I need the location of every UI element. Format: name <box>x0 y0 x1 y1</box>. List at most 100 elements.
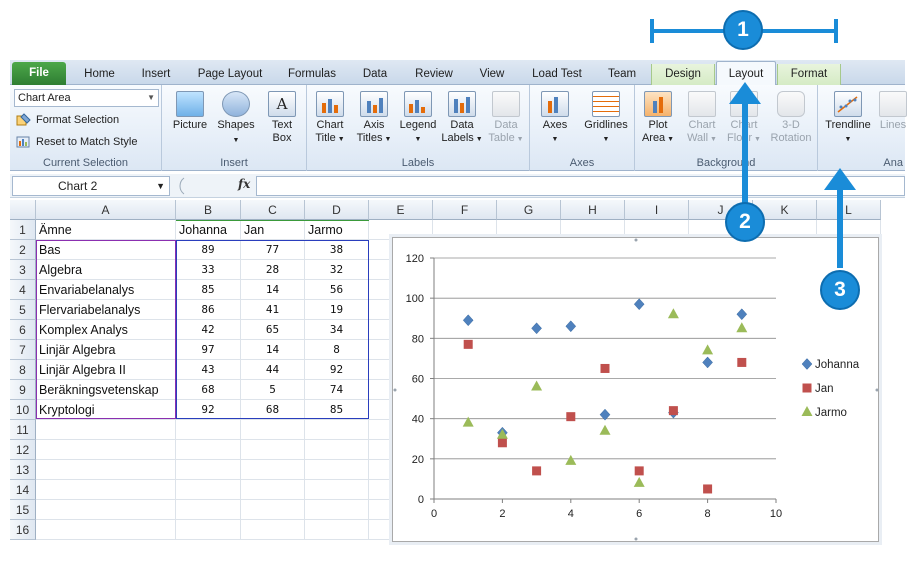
cell-b16[interactable] <box>176 520 241 540</box>
row-header-6[interactable]: 6 <box>10 320 36 340</box>
cell-d15[interactable] <box>305 500 369 520</box>
tab-team[interactable]: Team <box>600 64 644 85</box>
axis-titles-button[interactable]: Axis Titles ▼ <box>353 91 395 146</box>
select-all-corner[interactable] <box>10 200 36 220</box>
row-header-13[interactable]: 13 <box>10 460 36 480</box>
axes-button[interactable]: Axes ▼ <box>534 91 576 146</box>
tab-page-layout[interactable]: Page Layout <box>190 64 270 85</box>
column-header-g[interactable]: G <box>497 200 561 220</box>
data-point-jarmo <box>462 416 474 427</box>
column-header-b[interactable]: B <box>176 200 241 220</box>
analysis-group-label: Ana <box>883 157 903 169</box>
tab-review[interactable]: Review <box>406 64 462 85</box>
cell-b11[interactable] <box>176 420 241 440</box>
3d-rotation-button[interactable]: 3-D Rotation <box>767 91 815 145</box>
cell-b14[interactable] <box>176 480 241 500</box>
cell-c11[interactable] <box>241 420 305 440</box>
reset-to-match-style-button[interactable]: Reset to Match Style <box>16 133 138 151</box>
cell-c16[interactable] <box>241 520 305 540</box>
row-header-2[interactable]: 2 <box>10 240 36 260</box>
cell-a1[interactable]: Ämne <box>36 220 176 240</box>
data-labels-button[interactable]: Data Labels ▼ <box>441 91 483 146</box>
column-header-d[interactable]: D <box>305 200 369 220</box>
row-header-4[interactable]: 4 <box>10 280 36 300</box>
tab-file[interactable]: File <box>12 62 66 85</box>
data-point-jan <box>497 438 507 448</box>
shapes-button[interactable]: Shapes ▼ <box>214 91 258 147</box>
row-header-8[interactable]: 8 <box>10 360 36 380</box>
column-header-h[interactable]: H <box>561 200 625 220</box>
picture-button[interactable]: Picture <box>168 91 212 132</box>
cell-b1[interactable]: Johanna <box>176 220 241 240</box>
cell-a12[interactable] <box>36 440 176 460</box>
cell-a16[interactable] <box>36 520 176 540</box>
trendline-button[interactable]: Trendline ▼ <box>822 91 874 146</box>
chart-floor-button[interactable]: Chart Floor ▼ <box>723 91 765 146</box>
cell-b12[interactable] <box>176 440 241 460</box>
plot-area-button[interactable]: Plot Area ▼ <box>637 91 679 146</box>
column-header-l[interactable]: L <box>817 200 881 220</box>
row-header-10[interactable]: 10 <box>10 400 36 420</box>
data-table-button[interactable]: Data Table ▼ <box>485 91 527 146</box>
cell-a15[interactable] <box>36 500 176 520</box>
tab-view[interactable]: View <box>470 64 514 85</box>
legend-label-jarmo: Jarmo <box>815 407 847 419</box>
row-header-12[interactable]: 12 <box>10 440 36 460</box>
chart-wall-button[interactable]: Chart Wall ▼ <box>681 91 723 146</box>
legend-button[interactable]: Legend ▼ <box>397 91 439 146</box>
row-header-11[interactable]: 11 <box>10 420 36 440</box>
cell-c14[interactable] <box>241 480 305 500</box>
cell-c13[interactable] <box>241 460 305 480</box>
chart-elements-dropdown[interactable]: Chart Area ▼ <box>14 89 159 107</box>
lines-button[interactable]: Lines <box>878 91 908 132</box>
cell-d14[interactable] <box>305 480 369 500</box>
cell-d1[interactable]: Jarmo <box>305 220 369 240</box>
row-header-16[interactable]: 16 <box>10 520 36 540</box>
background-group: Plot Area ▼ Chart Wall ▼ Chart Floor ▼ 3… <box>635 85 818 171</box>
cell-a11[interactable] <box>36 420 176 440</box>
row-header-1[interactable]: 1 <box>10 220 36 240</box>
tab-home[interactable]: Home <box>72 64 127 85</box>
cell-a14[interactable] <box>36 480 176 500</box>
column-header-c[interactable]: C <box>241 200 305 220</box>
cell-c15[interactable] <box>241 500 305 520</box>
insert-function-icon[interactable]: fx <box>238 177 250 191</box>
row-header-3[interactable]: 3 <box>10 260 36 280</box>
row-header-14[interactable]: 14 <box>10 480 36 500</box>
cell-d13[interactable] <box>305 460 369 480</box>
tab-data[interactable]: Data <box>352 64 398 85</box>
tab-formulas[interactable]: Formulas <box>278 64 346 85</box>
plot-area-label-1: Plot <box>648 119 668 131</box>
scatter-chart[interactable]: 0 20 40 60 80 100 120 0 2 4 6 8 10 Johanna Jan Jarmo <box>392 237 879 542</box>
tab-load-test[interactable]: Load Test <box>520 64 594 85</box>
cell-d11[interactable] <box>305 420 369 440</box>
row-header-9[interactable]: 9 <box>10 380 36 400</box>
tab-design[interactable]: Design <box>651 64 715 85</box>
chart-title-button[interactable]: Chart Title ▼ <box>309 91 351 146</box>
column-header-i[interactable]: I <box>625 200 689 220</box>
column-header-f[interactable]: F <box>433 200 497 220</box>
y-tick-label: 60 <box>412 374 424 386</box>
row-header-7[interactable]: 7 <box>10 340 36 360</box>
cell-d12[interactable] <box>305 440 369 460</box>
row-header-15[interactable]: 15 <box>10 500 36 520</box>
x-tick-label: 0 <box>431 508 437 520</box>
format-selection-button[interactable]: Format Selection <box>16 111 119 129</box>
cell-b15[interactable] <box>176 500 241 520</box>
data-point-johanna <box>531 322 542 335</box>
column-header-e[interactable]: E <box>369 200 433 220</box>
tab-insert[interactable]: Insert <box>130 64 182 85</box>
tab-format[interactable]: Format <box>777 64 841 85</box>
cell-c1[interactable]: Jan <box>241 220 305 240</box>
cell-a13[interactable] <box>36 460 176 480</box>
tab-layout[interactable]: Layout <box>716 61 776 86</box>
text-box-button[interactable]: A Text Box <box>262 91 302 145</box>
formula-input[interactable] <box>256 176 905 196</box>
column-header-a[interactable]: A <box>36 200 176 220</box>
cell-c12[interactable] <box>241 440 305 460</box>
gridlines-button[interactable]: Gridlines ▼ <box>580 91 632 146</box>
name-box[interactable]: Chart 2 ▼ <box>12 176 170 196</box>
row-header-5[interactable]: 5 <box>10 300 36 320</box>
cell-b13[interactable] <box>176 460 241 480</box>
cell-d16[interactable] <box>305 520 369 540</box>
